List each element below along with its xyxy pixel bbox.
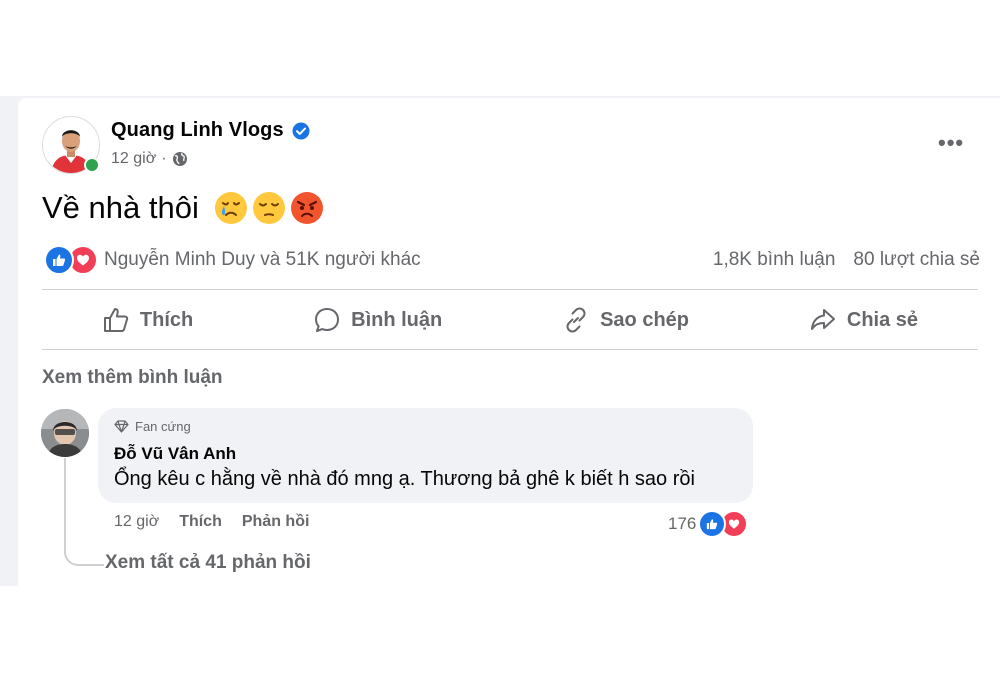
comment-label: Bình luận — [351, 308, 443, 331]
comment-reply-button[interactable]: Phản hồi — [242, 513, 310, 531]
commenter-avatar[interactable] — [41, 409, 89, 457]
like-label: Thích — [139, 308, 194, 331]
reactions-summary: Nguyễn Minh Duy và 51K người khác 1,8K b… — [44, 244, 980, 276]
comment-text: Ổng kêu c hằng về nhà đó mng ạ. Thương b… — [114, 468, 695, 490]
post-time[interactable]: 12 giờ — [111, 150, 156, 168]
reaction-icons[interactable] — [44, 245, 98, 275]
fan-badge-label: Fan cứng — [135, 419, 191, 434]
verified-badge-icon — [292, 122, 310, 140]
meta-separator: · — [161, 150, 167, 167]
divider-top — [42, 289, 978, 290]
share-arrow-icon — [810, 309, 835, 330]
crying-face-icon — [214, 192, 247, 224]
comment-reaction-count: 176 — [668, 514, 697, 533]
pensive-face-icon — [252, 192, 285, 224]
post-counts: 1,8K bình luận 80 lượt chia sẻ — [713, 249, 980, 271]
comment-time[interactable]: 12 giờ — [114, 513, 159, 531]
share-button[interactable]: Chia sẻ — [809, 306, 918, 334]
link-icon — [566, 307, 586, 333]
like-reaction-icon — [44, 245, 74, 275]
comment-like-button[interactable]: Thích — [179, 513, 222, 531]
more-options-icon[interactable]: ••• — [938, 130, 964, 156]
fan-badge: Fan cứng — [114, 419, 191, 434]
reactions-text[interactable]: Nguyễn Minh Duy và 51K người khác — [104, 249, 421, 271]
comment-like-reaction-icon — [698, 510, 727, 538]
commenter-name[interactable]: Đỗ Vũ Vân Anh — [114, 444, 236, 464]
see-more-comments-link[interactable]: Xem thêm bình luận — [42, 367, 223, 389]
diamond-icon — [114, 420, 129, 433]
shares-count[interactable]: 80 lượt chia sẻ — [853, 249, 980, 271]
angry-face-icon — [290, 192, 323, 224]
copy-button[interactable]: Sao chép — [562, 306, 689, 334]
thread-connector — [64, 536, 104, 566]
comment-reactions[interactable]: 176 — [668, 510, 749, 538]
copy-label: Sao chép — [600, 308, 690, 331]
post-content: Về nhà thôi — [42, 190, 325, 226]
like-button[interactable]: Thích — [102, 306, 193, 334]
online-status-indicator — [84, 157, 100, 173]
post-meta: 12 giờ · — [111, 150, 188, 168]
divider-bottom — [42, 349, 978, 350]
comment-button[interactable]: Bình luận — [313, 306, 442, 334]
thumbs-up-icon — [103, 308, 129, 332]
post-text: Về nhà thôi — [42, 190, 199, 225]
post-emojis — [213, 190, 325, 226]
comment-bubble-icon — [315, 308, 340, 332]
view-all-replies-link[interactable]: Xem tất cả 41 phản hồi — [105, 552, 311, 574]
comment-actions: 12 giờ Thích Phản hồi — [114, 513, 309, 531]
page-name[interactable]: Quang Linh Vlogs — [111, 119, 284, 142]
comments-count[interactable]: 1,8K bình luận — [713, 249, 836, 271]
globe-icon — [172, 152, 187, 166]
share-label: Chia sẻ — [846, 308, 919, 331]
post-action-bar: Thích Bình luận Sao chép Chia sẻ — [42, 292, 978, 348]
